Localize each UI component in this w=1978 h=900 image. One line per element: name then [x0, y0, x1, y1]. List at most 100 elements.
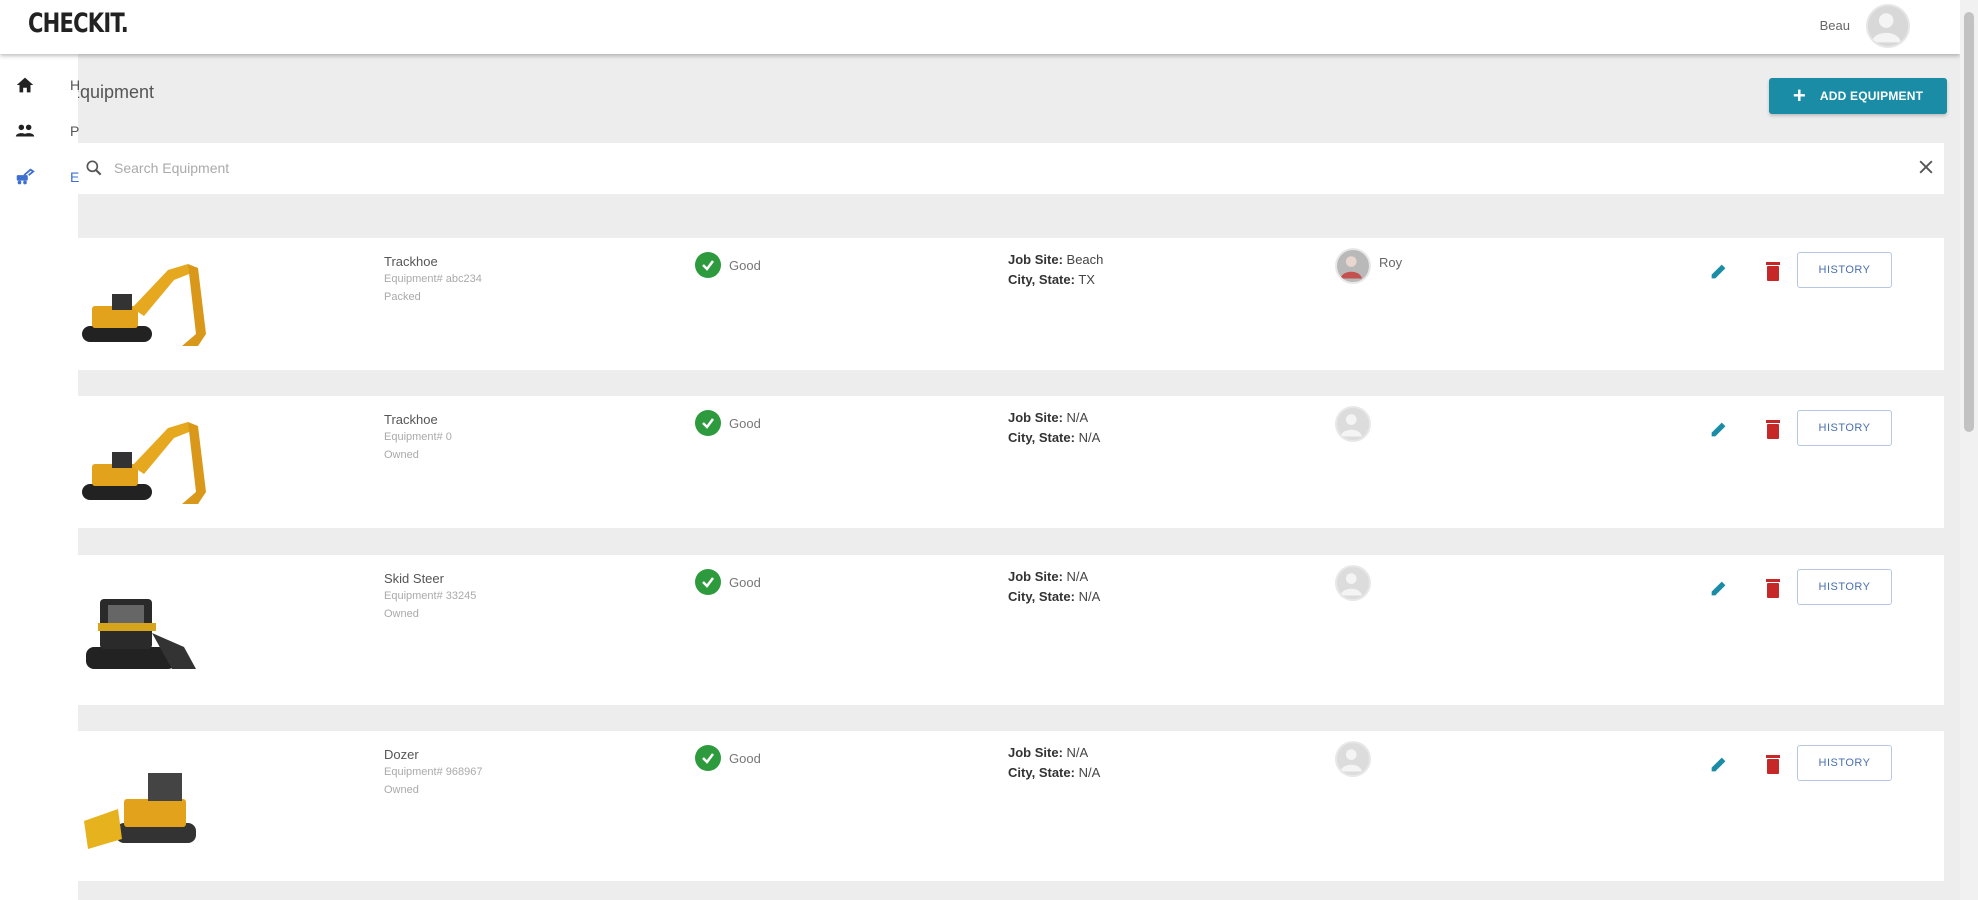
user-avatar[interactable] — [1866, 4, 1910, 48]
city-state-label: City, State: — [1008, 272, 1075, 287]
equipment-name: Dozer — [384, 747, 419, 762]
equipment-number: Equipment# 33245 — [384, 590, 477, 602]
scrollbar-thumb[interactable] — [1964, 12, 1974, 432]
search-bar — [78, 143, 1944, 194]
nav-label-home: H — [70, 77, 81, 93]
nav-item-people[interactable]: P — [14, 116, 79, 146]
skid-steer-image — [86, 599, 196, 669]
job-location: Job Site: N/A City, State: N/A — [1008, 743, 1100, 783]
add-equipment-label: ADD EQUIPMENT — [1819, 89, 1924, 103]
assignee-avatar[interactable] — [1335, 565, 1371, 601]
city-state-label: City, State: — [1008, 765, 1075, 780]
plus-icon: + — [1792, 83, 1806, 108]
condition-status: Good — [695, 569, 761, 595]
check-circle-icon — [695, 569, 721, 595]
trackhoe-image — [82, 422, 206, 504]
equipment-state: Owned — [384, 784, 419, 796]
edit-pencil-icon[interactable] — [1708, 418, 1730, 440]
people-icon — [15, 124, 35, 137]
job-site-label: Job Site: — [1008, 745, 1063, 760]
delete-trash-icon[interactable] — [1763, 260, 1783, 282]
equipment-icon — [16, 168, 35, 185]
assignee-name: Roy — [1379, 254, 1403, 270]
condition-label: Good — [729, 574, 761, 590]
job-site-label: Job Site: — [1008, 252, 1063, 267]
job-location: Job Site: N/A City, State: N/A — [1008, 408, 1100, 448]
history-button[interactable]: HISTORY — [1797, 252, 1892, 288]
city-state-value: N/A — [1078, 430, 1101, 445]
nav-label-people: P — [70, 123, 80, 139]
user-name: Beau — [1819, 18, 1850, 33]
edit-pencil-icon[interactable] — [1708, 753, 1730, 775]
search-input[interactable] — [114, 155, 1874, 181]
job-site-value: Beach — [1066, 252, 1104, 267]
checkit-logo[interactable]: CHECKIT. — [28, 8, 129, 39]
nav-label-equipment: E — [70, 169, 80, 185]
condition-label: Good — [729, 257, 761, 273]
dozer-image — [84, 773, 196, 849]
check-circle-icon — [695, 252, 721, 278]
add-equipment-button[interactable]: + ADD EQUIPMENT — [1769, 78, 1947, 114]
condition-status: Good — [695, 745, 761, 771]
assignee — [1335, 565, 1379, 601]
condition-status: Good — [695, 252, 761, 278]
condition-label: Good — [729, 415, 761, 431]
check-circle-icon — [695, 745, 721, 771]
equipment-row[interactable]: Trackhoe Equipment# abc234 Packed Good J… — [78, 238, 1944, 370]
app-header: CHECKIT. Beau — [0, 0, 1960, 54]
equipment-state: Owned — [384, 449, 419, 461]
side-drawer: H P E — [0, 54, 80, 900]
equipment-row[interactable]: Dozer Equipment# 968967 Owned Good Job S… — [78, 731, 1944, 881]
equipment-state: Owned — [384, 608, 419, 620]
nav-item-equipment[interactable]: E — [14, 162, 79, 192]
assignee-avatar[interactable] — [1335, 248, 1371, 284]
assignee — [1335, 406, 1379, 442]
person-icon — [1340, 749, 1362, 772]
person-icon — [1871, 13, 1901, 43]
job-location: Job Site: Beach City, State: TX — [1008, 250, 1103, 290]
job-site-label: Job Site: — [1008, 569, 1063, 584]
job-site-value: N/A — [1066, 569, 1089, 584]
city-state-value: TX — [1078, 272, 1095, 287]
search-icon — [86, 160, 102, 176]
equipment-state: Packed — [384, 291, 421, 303]
city-state-value: N/A — [1078, 589, 1101, 604]
city-state-label: City, State: — [1008, 430, 1075, 445]
assignee-avatar[interactable] — [1335, 741, 1371, 777]
equipment-number: Equipment# 0 — [384, 431, 452, 443]
edit-pencil-icon[interactable] — [1708, 577, 1730, 599]
delete-trash-icon[interactable] — [1763, 577, 1783, 599]
history-button[interactable]: HISTORY — [1797, 410, 1892, 446]
delete-trash-icon[interactable] — [1763, 418, 1783, 440]
person-icon — [1340, 573, 1362, 596]
trackhoe-image — [82, 264, 206, 346]
equipment-name: Trackhoe — [384, 412, 438, 427]
home-icon — [16, 77, 34, 93]
delete-trash-icon[interactable] — [1763, 753, 1783, 775]
history-button[interactable]: HISTORY — [1797, 745, 1892, 781]
city-state-label: City, State: — [1008, 589, 1075, 604]
job-site-value: N/A — [1066, 745, 1089, 760]
assignee — [1335, 741, 1379, 777]
history-button[interactable]: HISTORY — [1797, 569, 1892, 605]
equipment-number: Equipment# abc234 — [384, 273, 482, 285]
job-site-value: N/A — [1066, 410, 1089, 425]
check-circle-icon — [695, 410, 721, 436]
edit-pencil-icon[interactable] — [1708, 260, 1730, 282]
person-icon — [1340, 414, 1362, 437]
vertical-scrollbar[interactable] — [1960, 0, 1978, 900]
nav-item-home[interactable]: H — [14, 70, 80, 100]
person-photo-icon — [1340, 256, 1362, 279]
assignee-avatar[interactable] — [1335, 406, 1371, 442]
city-state-value: N/A — [1078, 765, 1101, 780]
close-icon[interactable] — [1916, 157, 1936, 177]
page-title: Equipment — [68, 82, 155, 102]
equipment-row[interactable]: Skid Steer Equipment# 33245 Owned Good J… — [78, 555, 1944, 705]
job-location: Job Site: N/A City, State: N/A — [1008, 567, 1100, 607]
condition-status: Good — [695, 410, 761, 436]
job-site-label: Job Site: — [1008, 410, 1063, 425]
equipment-row[interactable]: Trackhoe Equipment# 0 Owned Good Job Sit… — [78, 396, 1944, 528]
assignee: Roy — [1335, 248, 1402, 284]
equipment-number: Equipment# 968967 — [384, 766, 483, 778]
equipment-name: Trackhoe — [384, 254, 438, 269]
